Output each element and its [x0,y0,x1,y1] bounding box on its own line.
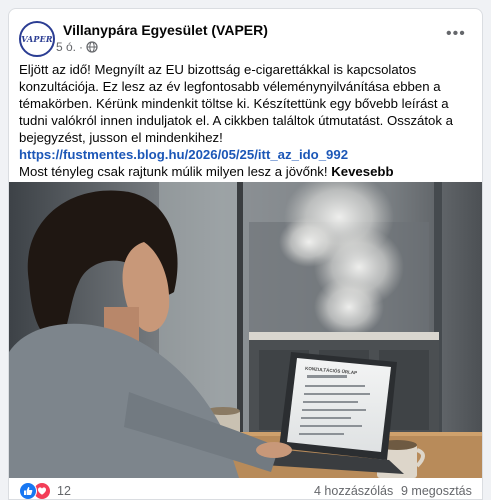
shares-count-link[interactable]: 9 megosztás [401,484,472,498]
post-meta: 5 ó. · [56,40,98,54]
reaction-count: 12 [57,484,71,498]
post-photo[interactable]: KONZULTÁCIÓS ŰRLAP [9,182,482,478]
comments-count-link[interactable]: 4 hozzászólás [314,484,393,498]
more-options-icon[interactable]: ••• [446,26,466,42]
page-avatar[interactable]: VAPER [19,21,55,57]
globe-icon [86,41,98,53]
post-timestamp[interactable]: 5 ó. [56,40,76,54]
like-reaction-icon [19,482,37,499]
post-text: Eljött az idő! Megnyílt az EU bizottság … [19,61,474,197]
reactions-summary[interactable]: 12 [19,482,71,499]
avatar-logo-text: VAPER [21,34,53,44]
post-stats-bar: 12 4 hozzászólás 9 megosztás [9,478,482,499]
post-card: VAPER Villanypára Egyesület (VAPER) 5 ó.… [8,8,483,500]
photo-illustration [9,182,482,478]
page-name-link[interactable]: Villanypára Egyesület (VAPER) [63,22,268,38]
post-paragraph: Eljött az idő! Megnyílt az EU bizottság … [19,62,453,145]
meta-separator: · [79,40,84,54]
post-closing-text: Most tényleg csak rajtunk múlik milyen l… [19,164,328,179]
post-link[interactable]: https://fustmentes.blog.hu/2026/05/25/it… [19,147,348,162]
